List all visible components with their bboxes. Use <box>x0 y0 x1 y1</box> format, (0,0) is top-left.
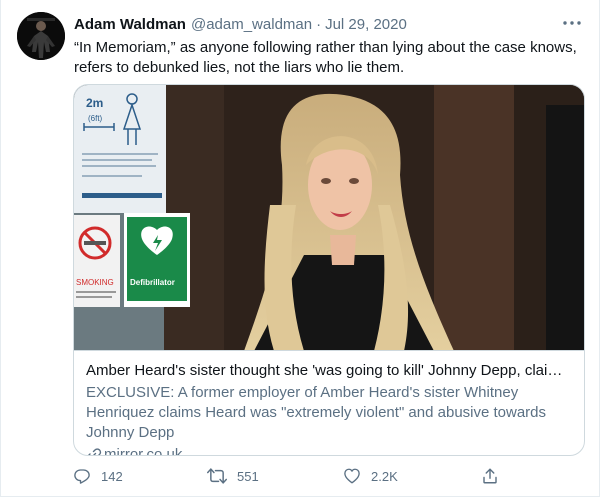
tweet-text: “In Memoriam,” as anyone following rathe… <box>74 39 577 76</box>
more-icon[interactable] <box>561 13 583 33</box>
tweet-date[interactable]: Jul 29, 2020 <box>325 16 407 33</box>
tweet[interactable]: Adam Waldman @adam_waldman · Jul 29, 202… <box>0 0 600 497</box>
reply-count: 142 <box>101 468 123 484</box>
reply-icon <box>74 469 90 484</box>
author-name[interactable]: Adam Waldman <box>74 16 186 33</box>
sign-floor-text: 2m <box>86 96 103 110</box>
card-description: EXCLUSIVE: A former employer of Amber He… <box>86 384 547 441</box>
like-button[interactable]: 2.2K <box>343 467 398 485</box>
action-bar: 142 551 2.2K <box>73 462 533 490</box>
retweet-count: 551 <box>237 468 259 484</box>
sign-defibrillator-text: Defibrillator <box>130 278 175 287</box>
link-icon <box>88 448 102 455</box>
like-count: 2.2K <box>371 468 398 484</box>
sign-smoking-text: SMOKING <box>76 278 114 287</box>
card-body: Amber Heard's sister thought she 'was go… <box>74 351 584 456</box>
retweet-button[interactable]: 551 <box>207 467 259 485</box>
author-handle[interactable]: @adam_waldman <box>191 16 312 33</box>
card-title[interactable]: Amber Heard's sister thought she 'was go… <box>86 361 572 381</box>
reply-button[interactable]: 142 <box>73 467 123 485</box>
card-domain[interactable]: mirror.co.uk <box>86 445 572 456</box>
card-domain-text: mirror.co.uk <box>104 446 183 456</box>
tweet-header: Adam Waldman @adam_waldman · Jul 29, 202… <box>74 14 407 34</box>
header-separator: · <box>316 15 322 33</box>
card-image[interactable]: 2m (6ft) SMOKING Defibrillator <box>74 85 584 351</box>
retweet-icon <box>207 468 227 484</box>
share-icon <box>483 468 497 484</box>
like-icon <box>344 468 360 484</box>
avatar[interactable] <box>17 12 65 60</box>
sign-floor-sub-text: (6ft) <box>88 114 103 123</box>
link-card[interactable]: 2m (6ft) SMOKING Defibrillator Amber Hea… <box>73 84 585 456</box>
share-button[interactable] <box>481 467 499 485</box>
